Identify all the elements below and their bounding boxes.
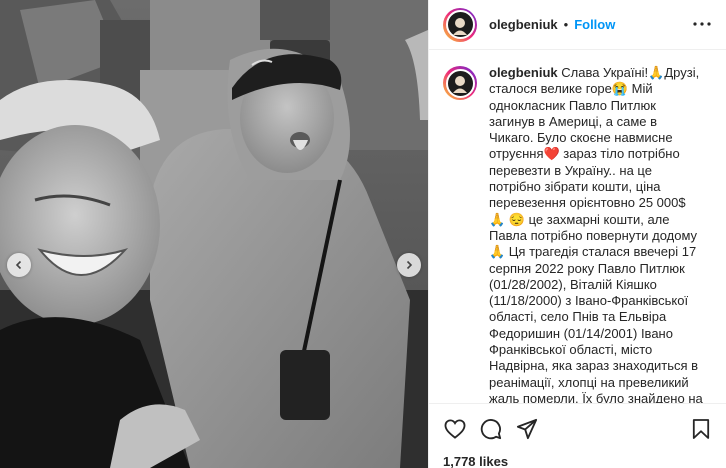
like-button[interactable]	[443, 417, 467, 441]
post-header: olegbeniuk • Follow	[429, 0, 726, 50]
more-horizontal-icon	[693, 22, 711, 26]
separator-dot: •	[563, 17, 569, 32]
bookmark-icon	[692, 418, 710, 439]
caption-body: Слава Україні!🙏Друзі, сталося велике гор…	[489, 65, 703, 403]
share-icon	[516, 418, 538, 439]
chevron-right-icon	[406, 260, 413, 270]
comment-icon	[480, 418, 502, 439]
chevron-left-icon	[15, 260, 22, 270]
heart-icon	[444, 418, 466, 439]
post-photo[interactable]	[0, 0, 428, 468]
caption-row: olegbeniuk Слава Україні!🙏Друзі, сталося…	[443, 65, 713, 403]
caption-text: olegbeniuk Слава Україні!🙏Друзі, сталося…	[489, 65, 703, 403]
caption-username[interactable]: olegbeniuk	[489, 65, 558, 80]
avatar-image	[453, 17, 467, 35]
share-button[interactable]	[515, 417, 539, 441]
save-button[interactable]	[689, 417, 713, 441]
photo-image	[0, 0, 428, 468]
avatar-image	[453, 76, 467, 93]
carousel-prev-button[interactable]	[7, 253, 31, 277]
caption-area: olegbeniuk Слава Україні!🙏Друзі, сталося…	[429, 51, 726, 403]
header-username[interactable]: olegbeniuk	[489, 17, 558, 32]
more-options-button[interactable]	[690, 12, 714, 36]
caption-avatar[interactable]	[443, 66, 477, 100]
follow-button[interactable]: Follow	[574, 17, 615, 32]
action-bar	[429, 403, 726, 453]
carousel-next-button[interactable]	[397, 253, 421, 277]
likes-count[interactable]: 1,778 likes	[443, 454, 508, 468]
post-side-panel: olegbeniuk • Follow olegbeniuk Слава Укр…	[428, 0, 726, 468]
avatar[interactable]	[443, 7, 477, 42]
comment-button[interactable]	[479, 417, 503, 441]
